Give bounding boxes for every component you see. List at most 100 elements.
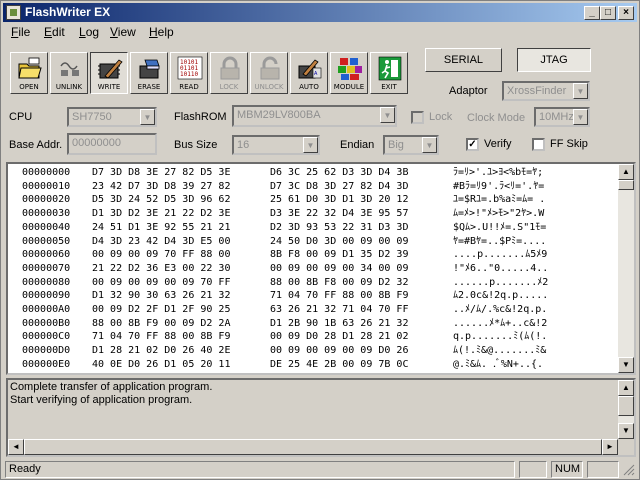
read-binary-icon: 10101 01101 10110: [177, 56, 203, 80]
auto-label: AUTO: [299, 83, 319, 91]
hex-dump-view[interactable]: 00000000 D7 3D D8 3E 27 82 D5 3E D6 3C 25 …: [6, 162, 636, 375]
module-label: MODULE: [333, 83, 365, 91]
lock-checkbox[interactable]: [411, 111, 424, 124]
window-title: FlashWriter EX: [25, 5, 111, 19]
clock-mode-value: 10MHz: [539, 111, 574, 123]
exit-button[interactable]: EXIT: [370, 52, 408, 94]
open-label: OPEN: [19, 83, 39, 91]
log-line: Complete transfer of application program…: [10, 381, 213, 393]
base-addr-value: 00000000: [72, 137, 121, 149]
log-horizontal-scrollbar[interactable]: ◄ ►: [8, 439, 618, 455]
cpu-value: SH7750: [72, 111, 112, 123]
scroll-down-arrow-icon[interactable]: ▼: [618, 357, 634, 373]
lock-label: LOCK: [219, 83, 239, 91]
status-text: Ready: [5, 461, 515, 478]
unlock-icon: [260, 56, 280, 80]
ffskip-checkbox[interactable]: [532, 138, 545, 151]
resize-grip-icon[interactable]: [623, 464, 635, 476]
unlock-button[interactable]: UNLOCK: [250, 52, 288, 94]
menu-view[interactable]: View: [110, 25, 136, 39]
unlink-button[interactable]: UNLINK: [50, 52, 88, 94]
exit-label: EXIT: [381, 83, 397, 91]
ffskip-checkbox-label: FF Skip: [550, 138, 588, 150]
endian-select[interactable]: Big ▼: [383, 135, 439, 155]
lock-icon: [220, 56, 240, 80]
scroll-up-arrow-icon[interactable]: ▲: [618, 380, 634, 396]
folder-open-icon: [18, 57, 42, 79]
endian-value: Big: [388, 139, 404, 151]
auto-icon: A: [298, 59, 322, 79]
clock-mode-select[interactable]: 10MHz ▼: [534, 107, 590, 127]
lock-button[interactable]: LOCK: [210, 52, 248, 94]
chevron-down-icon[interactable]: ▼: [380, 107, 395, 123]
maximize-button[interactable]: □: [600, 6, 616, 20]
scroll-left-arrow-icon[interactable]: ◄: [8, 439, 24, 455]
scroll-right-arrow-icon[interactable]: ►: [602, 439, 618, 455]
bus-size-value: 16: [237, 139, 250, 151]
menu-edit[interactable]: Edit: [44, 25, 65, 39]
app-icon[interactable]: [6, 5, 21, 20]
status-num: NUM: [551, 461, 583, 478]
log-vertical-scrollbar[interactable]: ▲ ▼: [618, 380, 634, 439]
scroll-up-arrow-icon[interactable]: ▲: [618, 164, 634, 180]
svg-text:10110: 10110: [180, 71, 198, 78]
menu-log[interactable]: Log: [79, 25, 99, 39]
erase-icon: [139, 59, 160, 79]
log-line: Start verifying of application program.: [10, 394, 193, 406]
log-view[interactable]: Complete transfer of application program…: [6, 378, 636, 457]
hex-address: 000000E0: [22, 358, 71, 370]
adaptor-select[interactable]: XrossFinder ▼: [502, 81, 590, 101]
log-hscroll-thumb[interactable]: [24, 439, 602, 455]
open-button[interactable]: OPEN: [10, 52, 48, 94]
bus-size-select[interactable]: 16 ▼: [232, 135, 320, 155]
lock-checkbox-label: Lock: [429, 111, 453, 123]
erase-button[interactable]: ERASE: [130, 52, 168, 94]
chevron-down-icon[interactable]: ▼: [573, 83, 588, 99]
write-label: WRITE: [97, 83, 121, 91]
module-blocks-icon: [338, 58, 362, 80]
menu-file[interactable]: File: [11, 25, 30, 39]
adaptor-value: XrossFinder: [507, 85, 567, 97]
read-button[interactable]: 10101 01101 10110 READ: [170, 52, 208, 94]
verify-checkbox-label: Verify: [484, 138, 512, 150]
erase-label: ERASE: [137, 83, 161, 91]
unlock-label: UNLOCK: [254, 83, 284, 91]
jtag-button[interactable]: JTAG: [517, 48, 591, 72]
scroll-down-arrow-icon[interactable]: ▼: [618, 423, 634, 439]
endian-label: Endian: [340, 139, 375, 151]
unlink-label: UNLINK: [55, 83, 83, 91]
exit-door-icon: [378, 56, 402, 81]
minimize-button[interactable]: _: [584, 6, 600, 20]
chevron-down-icon[interactable]: ▼: [573, 109, 588, 125]
status-panel-empty: [519, 461, 547, 478]
base-addr-field[interactable]: 00000000: [67, 133, 157, 155]
write-button[interactable]: WRITE: [90, 52, 128, 94]
read-label: READ: [179, 83, 199, 91]
serial-button[interactable]: SERIAL: [425, 48, 502, 72]
chevron-down-icon[interactable]: ▼: [303, 137, 318, 153]
flashrom-value: MBM29LV800BA: [237, 109, 321, 121]
hex-bytes-low: 40 0E D0 26 D1 05 20 11: [92, 358, 231, 370]
write-chip-icon: [98, 59, 123, 79]
cpu-select[interactable]: SH7750 ▼: [67, 107, 157, 127]
status-panel-empty: [587, 461, 619, 478]
log-scroll-thumb[interactable]: [618, 396, 634, 416]
close-button[interactable]: ×: [618, 6, 634, 20]
flashrom-select[interactable]: MBM29LV800BA ▼: [232, 105, 397, 127]
module-button[interactable]: MODULE: [330, 52, 368, 94]
auto-button[interactable]: A AUTO: [290, 52, 328, 94]
hex-vertical-scrollbar[interactable]: ▲ ▼: [618, 164, 634, 373]
menu-help[interactable]: Help: [149, 25, 174, 39]
clock-mode-label: Clock Mode: [467, 112, 526, 124]
hex-bytes-high: DE 25 4E 2B 00 09 7B 0C: [270, 358, 409, 370]
title-bar[interactable]: FlashWriter EX _ □ ×: [3, 3, 637, 22]
chevron-down-icon[interactable]: ▼: [422, 137, 437, 153]
hex-scroll-thumb[interactable]: [618, 180, 634, 190]
base-addr-label: Base Addr.: [9, 139, 63, 151]
status-bar: Ready NUM: [3, 460, 637, 479]
bus-size-label: Bus Size: [174, 139, 218, 151]
verify-checkbox[interactable]: ✓: [466, 138, 479, 151]
unlink-icon: [58, 58, 82, 80]
main-window: FlashWriter EX _ □ × File Edit Log View …: [0, 0, 640, 480]
chevron-down-icon[interactable]: ▼: [140, 109, 155, 125]
